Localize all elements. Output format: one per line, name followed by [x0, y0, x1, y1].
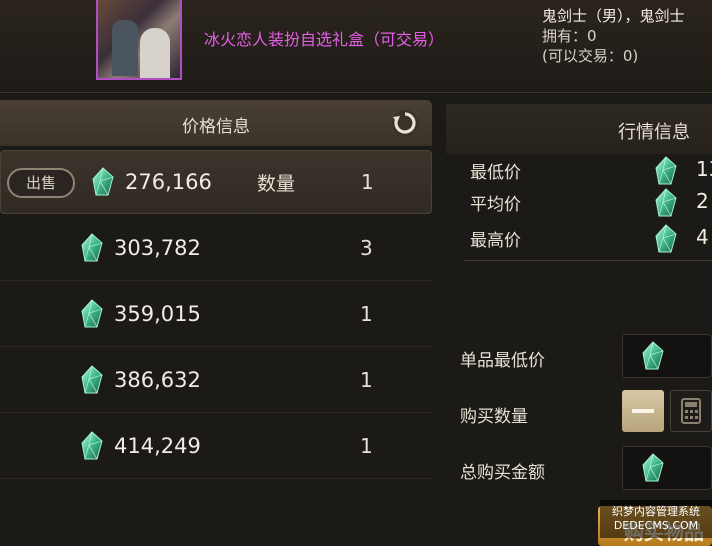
price-panel-header: 价格信息	[0, 100, 432, 146]
item-thumbnail[interactable]	[96, 0, 182, 80]
class-line: 鬼剑士（男），鬼剑士	[542, 7, 685, 25]
stat-value-max: 4	[696, 225, 709, 249]
listing-row[interactable]: 414,249 1	[0, 414, 432, 479]
listing-quantity: 1	[360, 302, 373, 326]
gem-icon	[80, 299, 104, 329]
listing-quantity: 1	[360, 368, 373, 392]
gem-icon	[80, 365, 104, 395]
stat-label-avg: 平均价	[470, 195, 521, 215]
item-header: 冰火恋人装扮自选礼盒（可交易） 鬼剑士（男），鬼剑士 拥有：0 (可以交易：0)	[0, 0, 712, 93]
gem-icon	[80, 431, 104, 461]
price-panel-title: 价格信息	[182, 117, 250, 137]
item-name: 冰火恋人装扮自选礼盒（可交易）	[204, 30, 445, 49]
market-panel-title: 行情信息	[618, 122, 690, 143]
stat-value-avg: 2	[696, 189, 709, 213]
tradeable-count: (可以交易：0)	[542, 47, 639, 65]
owner-info: 鬼剑士（男），鬼剑士 拥有：0 (可以交易：0)	[542, 6, 685, 66]
sell-button[interactable]: 出售	[7, 168, 75, 198]
listing-price: 276,166	[125, 170, 212, 194]
calculator-icon	[681, 398, 701, 424]
refresh-icon[interactable]	[390, 108, 420, 138]
unit-min-price-label: 单品最低价	[460, 351, 545, 371]
total-price-field	[622, 446, 712, 490]
listing-price: 359,015	[114, 302, 201, 326]
total-price-label: 总购买金额	[460, 463, 545, 483]
gem-icon	[654, 156, 678, 186]
stat-value-min: 13	[696, 157, 712, 181]
listing-quantity: 3	[360, 236, 373, 260]
minus-icon	[632, 409, 654, 413]
gem-icon	[641, 341, 665, 371]
listing-price: 303,782	[114, 236, 201, 260]
market-panel-header: 行情信息	[446, 104, 712, 154]
listing-price: 414,249	[114, 434, 201, 458]
watermark-line1: 织梦内容管理系统	[612, 505, 700, 518]
gem-icon	[80, 233, 104, 263]
decrease-quantity-button[interactable]	[622, 390, 664, 432]
watermark: 织梦内容管理系统 DEDECMS.COM	[600, 500, 712, 538]
unit-min-price-field	[622, 334, 712, 378]
gem-icon	[641, 453, 665, 483]
gem-icon	[654, 224, 678, 254]
price-panel: 价格信息 出售 276,166 数量 1 303,782 3 359,015 1…	[0, 100, 440, 538]
listing-price: 386,632	[114, 368, 201, 392]
market-panel: 行情信息 最低价 13 平均价 2 最高价 4 单品最低价 购买数量 总购买金额	[446, 100, 712, 538]
watermark-line2: DEDECMS.COM	[613, 519, 699, 532]
quantity-label: 数量	[257, 173, 296, 195]
stat-label-min: 最低价	[470, 163, 521, 183]
owned-count: 拥有：0	[542, 27, 597, 45]
divider	[464, 260, 712, 261]
listing-row[interactable]: 出售 276,166 数量 1	[0, 150, 432, 214]
purchase-quantity-label: 购买数量	[460, 407, 528, 427]
listing-row[interactable]: 386,632 1	[0, 348, 432, 413]
listing-row[interactable]: 359,015 1	[0, 282, 432, 347]
gem-icon	[654, 188, 678, 218]
calculator-button[interactable]	[670, 390, 712, 432]
listing-row[interactable]: 303,782 3	[0, 216, 432, 281]
listing-quantity: 1	[360, 434, 373, 458]
gem-icon	[91, 167, 115, 197]
stat-label-max: 最高价	[470, 231, 521, 251]
listing-quantity: 1	[361, 170, 374, 194]
